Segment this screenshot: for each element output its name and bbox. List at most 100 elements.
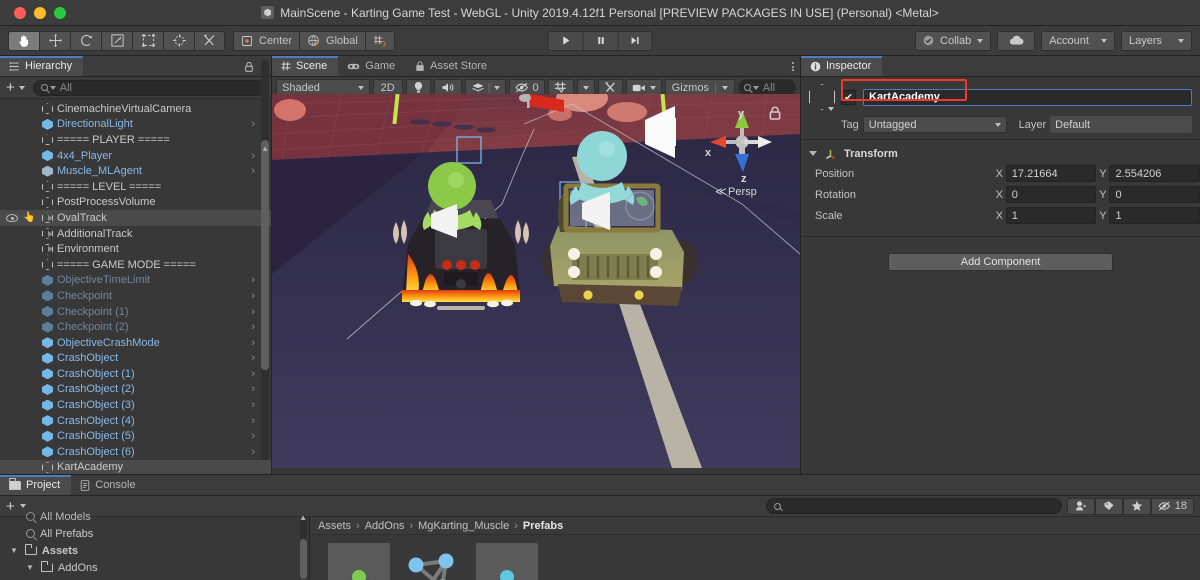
tab-asset-store[interactable]: Asset Store — [406, 56, 498, 76]
close-button[interactable] — [14, 7, 26, 19]
hierarchy-item-level[interactable]: ===== LEVEL ===== — [0, 179, 271, 195]
rotation-x-field[interactable]: 0 — [1005, 186, 1097, 203]
asset-thumbnail[interactable] — [476, 543, 538, 580]
maximize-button[interactable] — [54, 7, 66, 19]
position-y-field[interactable]: 2.554206 — [1109, 165, 1200, 182]
hierarchy-item-crashobject-3[interactable]: CrashObject (3) › — [0, 397, 271, 413]
prefab-open-chevron-icon[interactable]: › — [251, 118, 255, 130]
collapse-triangle-icon[interactable] — [809, 151, 817, 156]
hierarchy-scrollbar[interactable] — [261, 60, 269, 460]
hierarchy-item-crashobject[interactable]: CrashObject › — [0, 351, 271, 367]
prefab-open-chevron-icon[interactable]: › — [251, 290, 255, 302]
minimize-button[interactable] — [34, 7, 46, 19]
prefab-open-chevron-icon[interactable]: › — [251, 352, 255, 364]
hierarchy-item-cinemachinevirtualcamera[interactable]: CinemachineVirtualCamera — [0, 101, 271, 117]
tab-project[interactable]: Project — [0, 475, 72, 495]
asset-thumbnail[interactable] — [402, 543, 464, 580]
scene-viewport[interactable]: y x z Persp ≪ — [272, 94, 800, 468]
hierarchy-item-game-mode[interactable]: ===== GAME MODE ===== — [0, 257, 271, 273]
scroll-up-arrow-icon[interactable]: ▲ — [299, 513, 307, 522]
prefab-open-chevron-icon[interactable]: › — [251, 446, 255, 458]
lock-icon[interactable] — [244, 61, 254, 73]
scale-x-field[interactable]: 1 — [1005, 207, 1097, 224]
scale-tool-button[interactable] — [101, 30, 132, 51]
account-button[interactable]: Account — [1041, 30, 1115, 51]
hierarchy-item-4x4-player[interactable]: 4x4_Player › — [0, 148, 271, 164]
project-tree-item-assets[interactable]: ▼ Assets — [0, 542, 309, 559]
prefab-open-chevron-icon[interactable]: › — [251, 274, 255, 286]
prefab-open-chevron-icon[interactable]: › — [251, 430, 255, 442]
breadcrumb-item[interactable]: AddOns — [365, 520, 405, 532]
prefab-open-chevron-icon[interactable]: › — [251, 165, 255, 177]
hand-tool-button[interactable] — [8, 30, 39, 51]
transform-tool-button[interactable] — [163, 30, 194, 51]
breadcrumb-item[interactable]: Prefabs — [523, 520, 563, 532]
project-tree-scrollbar[interactable] — [300, 519, 307, 579]
hierarchy-item-checkpoint-2[interactable]: Checkpoint (2) › — [0, 319, 271, 335]
cloud-button[interactable] — [997, 30, 1036, 51]
visibility-toggles[interactable]: 👆 — [6, 212, 35, 223]
object-filter-button[interactable] — [1066, 497, 1095, 515]
scene-menu-icon[interactable] — [792, 62, 794, 71]
prefab-open-chevron-icon[interactable]: › — [251, 415, 255, 427]
project-tree[interactable]: All Models All Prefabs ▼ Assets ▼ AddOns ▲ — [0, 511, 310, 580]
grid-snap-button[interactable] — [364, 30, 395, 51]
play-button[interactable] — [547, 30, 583, 51]
create-object-button[interactable]: + — [6, 80, 15, 95]
window-controls[interactable] — [14, 0, 66, 26]
position-x-field[interactable]: 17.21664 — [1005, 165, 1097, 182]
hierarchy-item-crashobject-6[interactable]: CrashObject (6) › — [0, 444, 271, 460]
hierarchy-item-ovaltrack[interactable]: 👆 OvalTrack — [0, 210, 271, 226]
object-name-field[interactable]: KartAcademy — [863, 88, 1192, 106]
breadcrumb-item[interactable]: MgKarting_Muscle — [418, 520, 509, 532]
prefab-open-chevron-icon[interactable]: › — [251, 383, 255, 395]
expand-triangle-icon[interactable]: ▼ — [10, 546, 18, 555]
hierarchy-item-crashobject-2[interactable]: CrashObject (2) › — [0, 382, 271, 398]
project-tree-item-all-prefabs[interactable]: All Prefabs — [0, 525, 309, 542]
hierarchy-item-crashobject-1[interactable]: CrashObject (1) › — [0, 366, 271, 382]
hierarchy-item-postprocessvolume[interactable]: PostProcessVolume — [0, 195, 271, 211]
tab-inspector[interactable]: Inspector — [801, 56, 883, 76]
project-tree-item-all-models[interactable]: All Models — [0, 508, 309, 525]
prefab-open-chevron-icon[interactable]: › — [251, 321, 255, 333]
asset-grid[interactable] — [310, 535, 1200, 580]
transform-component-header[interactable]: Transform — [801, 144, 1200, 163]
tab-scene[interactable]: Scene — [272, 56, 339, 76]
breadcrumb-item[interactable]: Assets — [318, 520, 351, 532]
hierarchy-item-objectivetimelimit[interactable]: ObjectiveTimeLimit › — [0, 273, 271, 289]
hierarchy-tree[interactable]: CinemachineVirtualCamera DirectionalLight… — [0, 101, 271, 474]
scroll-up-arrow-icon[interactable]: ▲ — [261, 144, 269, 153]
hierarchy-item-muscle-mlagent[interactable]: Muscle_MLAgent › — [0, 163, 271, 179]
project-search-input[interactable] — [765, 498, 1062, 514]
hierarchy-item-directionallight[interactable]: DirectionalLight › — [0, 117, 271, 133]
object-enabled-checkbox[interactable]: ✔ — [841, 89, 856, 105]
handle-space-button[interactable]: Global — [299, 30, 365, 51]
chevron-down-icon[interactable] — [18, 85, 25, 90]
hierarchy-item-crashobject-5[interactable]: CrashObject (5) › — [0, 428, 271, 444]
prefab-open-chevron-icon[interactable]: › — [251, 368, 255, 380]
hierarchy-item-player[interactable]: ===== PLAYER ===== — [0, 132, 271, 148]
pause-button[interactable] — [582, 30, 618, 51]
rotation-y-field[interactable]: 0 — [1109, 186, 1200, 203]
project-content-area[interactable]: Assets › AddOns › MgKarting_Muscle › Prefabs — [310, 517, 1200, 580]
scale-y-field[interactable]: 1 — [1109, 207, 1200, 224]
favorite-filter-button[interactable] — [1122, 497, 1151, 515]
prefab-open-chevron-icon[interactable]: › — [251, 306, 255, 318]
expand-triangle-icon[interactable]: ▼ — [26, 563, 34, 572]
pickability-hand-icon[interactable]: 👆 — [23, 212, 35, 223]
hierarchy-item-additionaltrack[interactable]: AdditionalTrack — [0, 226, 271, 242]
hierarchy-item-objectivecrashmode[interactable]: ObjectiveCrashMode › — [0, 335, 271, 351]
step-button[interactable] — [617, 30, 653, 51]
hierarchy-item-checkpoint[interactable]: Checkpoint › — [0, 288, 271, 304]
gizmo-projection-label[interactable]: Persp — [728, 186, 757, 198]
prefab-open-chevron-icon[interactable]: › — [251, 337, 255, 349]
tag-dropdown[interactable]: Untagged — [862, 116, 1007, 133]
hierarchy-item-crashobject-4[interactable]: CrashObject (4) › — [0, 413, 271, 429]
project-hidden-toggle[interactable]: 18 — [1150, 497, 1194, 515]
tab-game[interactable]: Game — [338, 56, 406, 76]
layer-dropdown[interactable]: Default — [1050, 116, 1192, 133]
layers-button[interactable]: Layers — [1120, 30, 1192, 51]
hierarchy-item-checkpoint-1[interactable]: Checkpoint (1) › — [0, 304, 271, 320]
eye-icon[interactable] — [6, 213, 18, 222]
project-tree-item-addons[interactable]: ▼ AddOns — [0, 559, 309, 576]
